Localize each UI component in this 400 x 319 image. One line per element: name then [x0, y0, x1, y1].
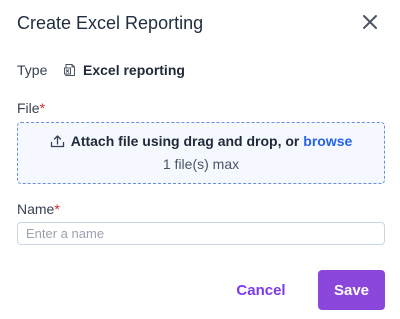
- file-dropzone[interactable]: Attach file using drag and drop, or brow…: [17, 122, 385, 184]
- file-label-text: File: [17, 100, 40, 116]
- type-label: Type: [17, 62, 48, 78]
- type-value: Excel reporting: [83, 62, 185, 78]
- name-input[interactable]: [17, 222, 385, 245]
- dropzone-instruction-text: Attach file using drag and drop, or: [70, 133, 300, 149]
- excel-file-icon: [63, 63, 77, 77]
- close-button[interactable]: [360, 12, 380, 32]
- name-label: Name*: [17, 201, 60, 217]
- required-marker: *: [39, 100, 46, 116]
- browse-link[interactable]: browse: [303, 133, 352, 149]
- type-row: Type Excel reporting: [17, 60, 185, 80]
- create-excel-reporting-dialog: Create Excel Reporting Type Excel report…: [0, 0, 400, 319]
- save-button[interactable]: Save: [318, 270, 385, 310]
- cancel-button[interactable]: Cancel: [226, 272, 296, 308]
- dialog-title: Create Excel Reporting: [17, 13, 204, 33]
- file-limit-text: 1 file(s) max: [162, 156, 240, 172]
- file-label: File*: [17, 100, 45, 116]
- required-marker: *: [54, 201, 60, 217]
- dialog-header: Create Excel Reporting: [17, 11, 384, 37]
- upload-icon: [50, 134, 65, 148]
- name-label-text: Name: [17, 201, 55, 217]
- dropzone-instruction: Attach file using drag and drop, or brow…: [18, 132, 384, 150]
- close-icon: [363, 15, 377, 29]
